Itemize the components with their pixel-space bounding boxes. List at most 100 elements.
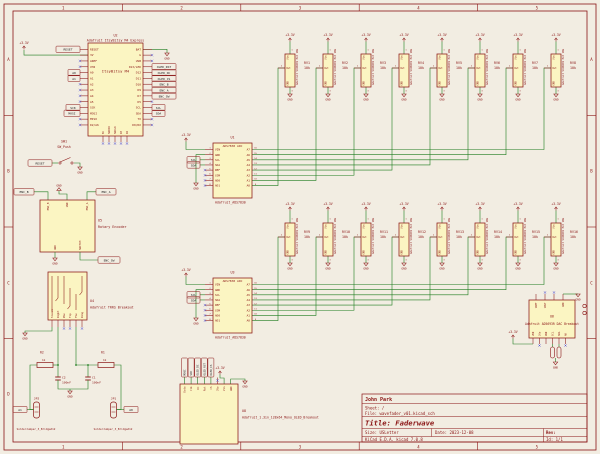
net-label-ENC_SW[interactable]: ENC_SW [152, 93, 176, 99]
pin-number: 2 [433, 235, 435, 237]
svg-text:A0: A0 [72, 71, 76, 75]
net-label-OLED_DC[interactable]: OLED_DC [152, 69, 176, 75]
net-label-SCK[interactable]: SCK [66, 104, 80, 110]
rotary-encoder-u5[interactable]: GNDENC_BGNDENC_AGNDSWITCHGNDU5Rotary Enc… [34, 183, 127, 265]
net-label-RESET[interactable]: RESET [56, 46, 80, 52]
net-label-SCL[interactable]: SCL [152, 104, 165, 110]
solder-jumper-body[interactable] [34, 402, 40, 418]
slider-rv8[interactable]: +3.3VGNDVinOutGND123Adafruit SC60281 Pot… [544, 33, 576, 101]
slider-rv3[interactable]: +3.3VGNDVinOutGND123Adafruit SC60281 Pot… [354, 33, 386, 101]
net-label-SDA[interactable]: SDA [152, 110, 165, 116]
vcc-label: +3.3V [285, 33, 294, 37]
net-label-MOSI[interactable]: MOSI [64, 110, 80, 116]
pin-name: GND [325, 81, 328, 86]
slider-value: 10k [532, 235, 538, 239]
svg-text:ENC_B: ENC_B [159, 83, 168, 87]
net-label-SCL[interactable]: SCL [187, 157, 200, 163]
slider-rv2[interactable]: +3.3VGNDVinOutGND123Adafruit SC60281 Pot… [316, 33, 348, 101]
slider-rv5[interactable]: +3.3VGNDVinOutGND123Adafruit SC60281 Pot… [430, 33, 462, 101]
slider-rv10[interactable]: +3.3VGNDVinOutGND123Adafruit SC60281 Pot… [316, 202, 350, 270]
slider-rv13[interactable]: +3.3VGNDVinOutGND123Adafruit SC60281 Pot… [430, 202, 464, 270]
net-label-OLED_RST[interactable]: OLED_RST [152, 64, 176, 70]
solder-jumper-body[interactable] [111, 402, 117, 418]
vcc-label: +3.3V [437, 33, 446, 37]
pin-number: 2 [471, 235, 473, 237]
pin-name: A4 [90, 94, 94, 98]
oled-breakout-u8[interactable]: +3.3VGNDDataClkDCRstCS3VoVinGNDU8Adafrui… [180, 366, 319, 444]
analog-frontend[interactable]: R21kR11kC2100nFC1100nFGNDJP2JP1SolderJum… [17, 351, 133, 432]
slider-ref: RV7 [532, 61, 538, 65]
net-label-ENC_A[interactable]: ENC_A [152, 87, 176, 93]
pin-name: GND [363, 250, 366, 255]
net-label-SDA[interactable]: SDA [187, 162, 200, 168]
encoder-value: Rotary Encoder [98, 225, 127, 229]
vcc-label: +3.3V [513, 33, 522, 37]
pad[interactable] [557, 347, 561, 358]
svg-text:A0: A0 [129, 408, 133, 412]
net-label-MOSI[interactable]: MOSI [182, 358, 188, 377]
wire [25, 327, 52, 333]
schematic-canvas: John Park Sheet: / File: wavefader_v01.k… [0, 0, 600, 454]
gnd-label: GND [439, 266, 444, 270]
title-label: Title: Faderwave [365, 419, 435, 428]
net-label-RESET[interactable]: RESET [28, 160, 52, 166]
date-label: Date: 2023-12-08 [435, 430, 474, 435]
mcu-body[interactable] [88, 43, 143, 136]
net-label-A1[interactable]: A1 [68, 75, 80, 81]
switch-value: SW_Push [57, 145, 71, 149]
slider-part: Adafruit SC60281 Pot 10k [485, 48, 489, 85]
net-label-SCK[interactable]: SCK [188, 358, 194, 377]
net-label-OLED_CS[interactable]: OLED_CS [208, 358, 214, 377]
zone-letter: A [590, 57, 593, 62]
resistor-body[interactable] [37, 363, 53, 368]
pin-name: GND [477, 81, 480, 86]
adc-u3[interactable]: +3.3VGNDU3ADS7830 ADCAdafruit_ADS7830VIN… [181, 268, 257, 339]
net-label-SCL[interactable]: SCL [187, 292, 200, 298]
connector-pin [583, 304, 586, 307]
net-label-A1[interactable]: A1 [13, 406, 27, 412]
slider-rv16[interactable]: +3.3VGNDVinOutGND123Adafruit SC60281 Pot… [544, 202, 578, 270]
slider-part: Adafruit SC60281 Pot 10k [523, 48, 527, 85]
slider-rv15[interactable]: +3.3VGNDVinOutGND123Adafruit SC60281 Pot… [506, 202, 540, 270]
slider-rv14[interactable]: +3.3VGNDVinOutGND123Adafruit SC60281 Pot… [468, 202, 502, 270]
slider-rv4[interactable]: +3.3VGNDVinOutGND123Adafruit SC60281 Pot… [392, 33, 424, 101]
adc-u1[interactable]: +3.3VGNDU1ADS7830 ADCAdafruit_ADS7830VIN… [181, 133, 257, 204]
wire [186, 142, 205, 150]
slider-value: 10k [304, 66, 310, 70]
net-label-OLED_CS[interactable]: OLED_CS [152, 75, 176, 81]
no-connect-icon [126, 142, 128, 144]
slider-rv6[interactable]: +3.3VGNDVinOutGND123Adafruit SC60281 Pot… [468, 33, 500, 101]
push-switch-sw1[interactable]: SW1SW_PushGND [52, 140, 83, 175]
resistor-body[interactable] [98, 363, 114, 368]
junction-dot [75, 364, 77, 366]
net-label-ENC_B[interactable]: ENC_B [14, 189, 34, 195]
pin-number: 1 [481, 50, 483, 52]
vcc-label: +3.3V [285, 202, 294, 206]
net-label-ENC_A[interactable]: ENC_A [96, 189, 116, 195]
slider-rv1[interactable]: +3.3VGNDVinOutGND123Adafruit SC60281 Pot… [278, 33, 310, 101]
net-label-SDA[interactable]: SDA [187, 297, 200, 303]
pin-name: BAT [136, 47, 141, 51]
net-label-ENC_B[interactable]: ENC_B [152, 81, 176, 87]
pin-name: Out [438, 236, 443, 239]
slider-rv9[interactable]: +3.3VGNDVinOutGND123Adafruit SC60281 Pot… [278, 202, 310, 270]
pin-number: 2 [547, 235, 549, 237]
slider-rv11[interactable]: +3.3VGNDVinOutGND123Adafruit SC60281 Pot… [354, 202, 388, 270]
pin-number: 1 [519, 219, 521, 221]
slider-rv7[interactable]: +3.3VGNDVinOutGND123Adafruit SC60281 Pot… [506, 33, 538, 101]
dac-breakout-u6[interactable]: VREFVOUTGNDGNDVDD3VoGNDSCLSDAA0+3.3VGNDU… [508, 291, 586, 369]
svg-text:MOSI: MOSI [68, 112, 75, 116]
pad[interactable] [551, 347, 555, 358]
wire [76, 327, 98, 365]
net-label-A0[interactable]: A0 [124, 406, 138, 412]
net-label-OLED_DC[interactable]: OLED_DC [195, 358, 201, 377]
pin-name: GND [562, 302, 565, 307]
net-label-OLED_RST[interactable]: OLED_RST [201, 358, 207, 377]
net-label-A0[interactable]: A0 [68, 69, 80, 75]
oled-body[interactable] [180, 384, 238, 444]
slider-rv12[interactable]: +3.3VGNDVinOutGND123Adafruit SC60281 Pot… [392, 202, 426, 270]
slider-value: 10k [418, 66, 424, 70]
mcu-itsybitsy[interactable]: U2Adafruit ItsyBitsy M4 ExpressItsyBitsy… [19, 34, 170, 145]
net-label-ENC_SW[interactable]: ENC_SW [98, 257, 120, 263]
pin-number: 1 [367, 50, 369, 52]
